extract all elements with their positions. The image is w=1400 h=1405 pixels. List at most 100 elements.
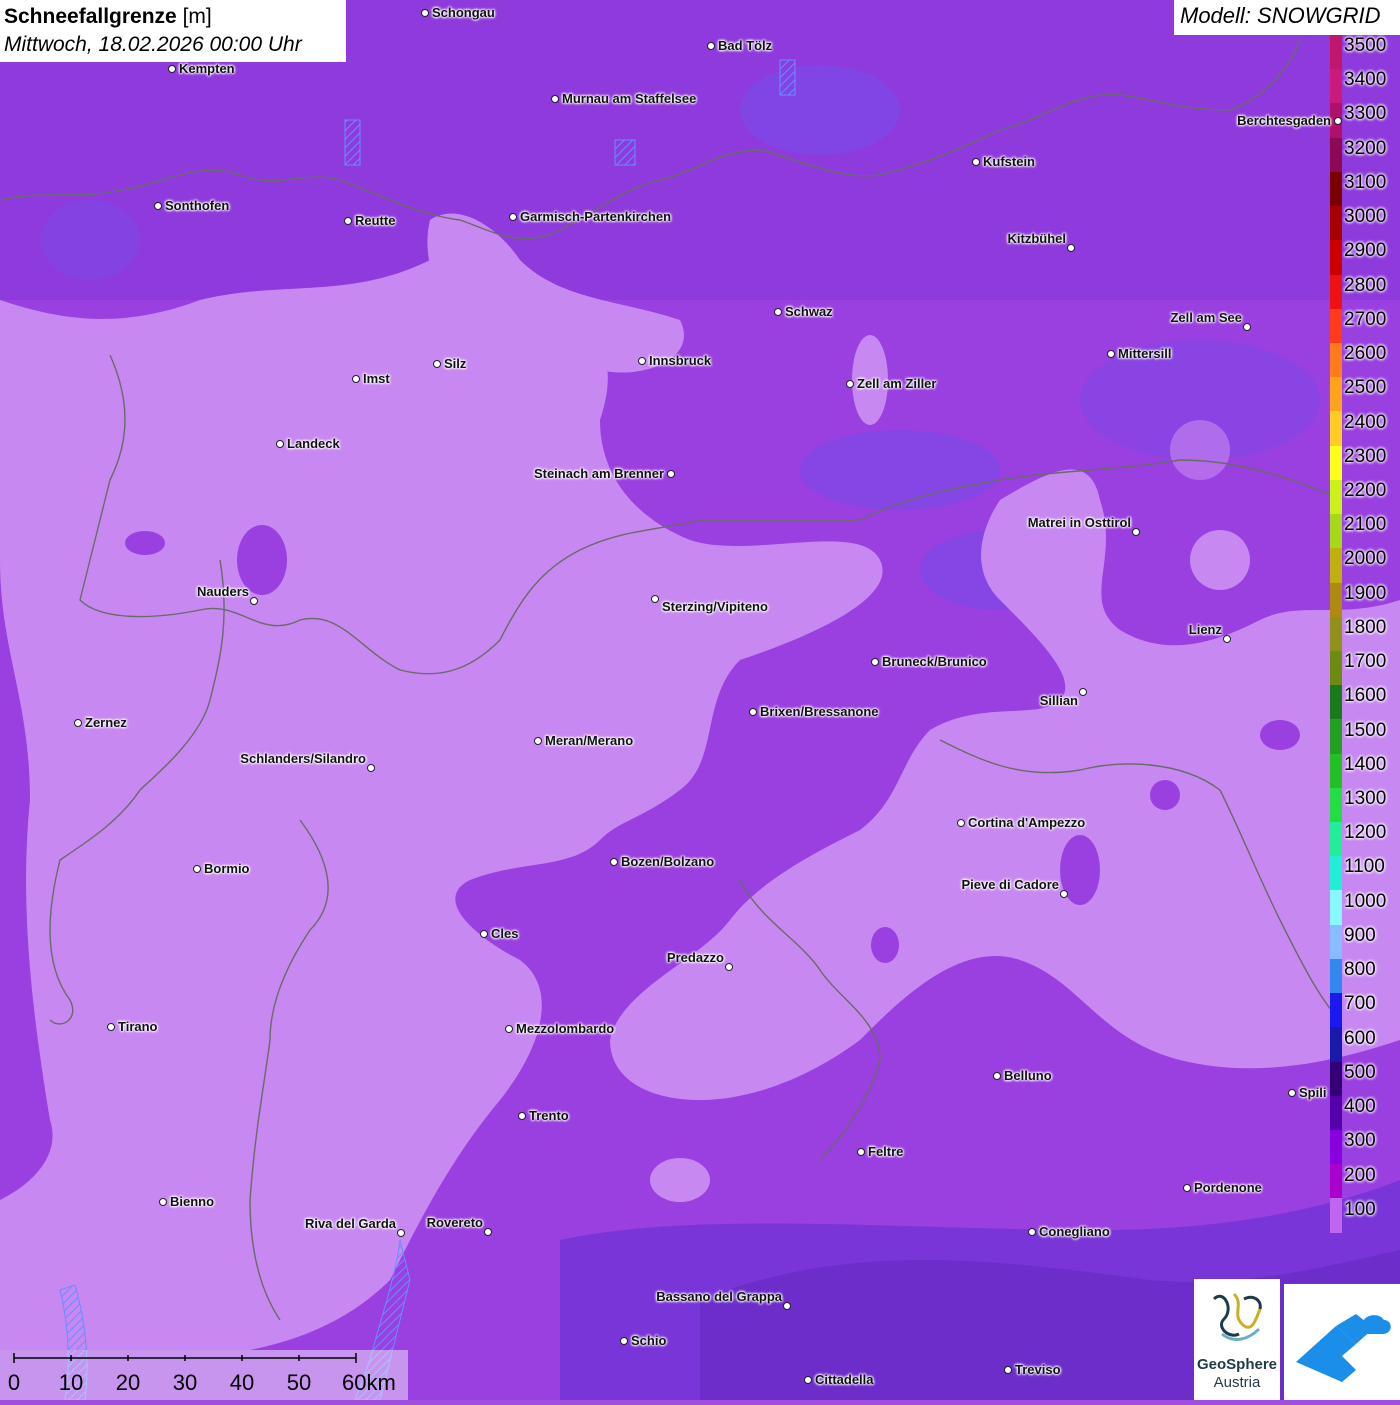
legend-label: 2000 xyxy=(1344,548,1387,570)
legend-swatch xyxy=(1330,650,1342,686)
city-marker[interactable] xyxy=(620,1337,628,1345)
color-legend: 3500 3400 3300 3200 3100 3000 2900 2800 2700 2600… xyxy=(1330,35,1400,1233)
city-marker[interactable] xyxy=(846,380,854,388)
zone-dark xyxy=(125,531,165,555)
city-marker[interactable] xyxy=(367,764,375,772)
city-marker[interactable] xyxy=(1107,350,1115,358)
city-label: Zell am Ziller xyxy=(857,376,937,391)
legend-label: 2900 xyxy=(1344,240,1387,262)
city-marker[interactable] xyxy=(534,737,542,745)
scale-label: 10 xyxy=(58,1370,84,1395)
city-marker[interactable] xyxy=(651,595,659,603)
city-marker[interactable] xyxy=(168,65,176,73)
legend-label: 1000 xyxy=(1344,890,1387,912)
city-marker[interactable] xyxy=(484,1228,492,1236)
city-marker[interactable] xyxy=(509,213,517,221)
city-marker[interactable] xyxy=(707,42,715,50)
city-marker[interactable] xyxy=(871,658,879,666)
city-marker[interactable] xyxy=(250,597,258,605)
city-marker[interactable] xyxy=(74,719,82,727)
city-label: Bad Tölz xyxy=(718,38,773,53)
city-label: Steinach am Brenner xyxy=(533,466,664,481)
city-marker[interactable] xyxy=(1288,1089,1296,1097)
legend-swatch xyxy=(1330,240,1342,275)
city-label: Predazzo xyxy=(666,950,724,965)
city-label: Garmisch-Partenkirchen xyxy=(520,209,672,224)
city-marker[interactable] xyxy=(610,858,618,866)
city-marker[interactable] xyxy=(518,1112,526,1120)
legend-swatch xyxy=(1330,137,1342,172)
map-datetime: Mittwoch, 18.02.2026 00:00 Uhr xyxy=(4,33,302,56)
legend-label: 2200 xyxy=(1344,479,1387,501)
city-marker[interactable] xyxy=(1028,1228,1036,1236)
legend-swatch xyxy=(1330,890,1342,925)
legend-label: 2700 xyxy=(1344,308,1387,330)
legend-swatch xyxy=(1330,685,1342,720)
city-marker[interactable] xyxy=(159,1198,167,1206)
legend-label: 900 xyxy=(1344,924,1376,946)
legend-swatch xyxy=(1330,445,1342,480)
city-marker[interactable] xyxy=(480,930,488,938)
legend-label: 2800 xyxy=(1344,274,1387,296)
city-marker[interactable] xyxy=(972,158,980,166)
legend-label: 1200 xyxy=(1344,822,1387,844)
city-marker[interactable] xyxy=(1243,323,1251,331)
city-marker[interactable] xyxy=(1334,117,1342,125)
legend-label: 1400 xyxy=(1344,753,1387,775)
city-marker[interactable] xyxy=(957,819,965,827)
city-marker[interactable] xyxy=(993,1072,1001,1080)
city-marker[interactable] xyxy=(1223,635,1231,643)
legend-swatch xyxy=(1330,35,1342,70)
city-marker[interactable] xyxy=(344,217,352,225)
city-marker[interactable] xyxy=(857,1148,865,1156)
city-marker[interactable] xyxy=(638,357,646,365)
city-marker[interactable] xyxy=(276,440,284,448)
scale-label: 60km xyxy=(342,1370,396,1395)
city-label: Innsbruck xyxy=(649,353,712,368)
city-marker[interactable] xyxy=(1132,528,1140,536)
city-marker[interactable] xyxy=(421,9,429,17)
city-label: Belluno xyxy=(1004,1068,1052,1083)
city-label: Sillian xyxy=(1039,693,1078,708)
city-marker[interactable] xyxy=(1183,1184,1191,1192)
city-marker[interactable] xyxy=(193,865,201,873)
legend-color-bar xyxy=(1330,35,1342,1233)
city-marker[interactable] xyxy=(804,1376,812,1384)
legend-swatch xyxy=(1330,342,1342,378)
city-label: Kitzbühel xyxy=(1007,231,1067,246)
city-marker[interactable] xyxy=(352,375,360,383)
zone-dark xyxy=(871,927,899,963)
zone-light xyxy=(1170,420,1230,480)
city-marker[interactable] xyxy=(154,202,162,210)
legend-swatch xyxy=(1330,582,1342,617)
city-marker[interactable] xyxy=(1004,1366,1012,1374)
city-label: Kempten xyxy=(179,61,235,76)
city-label: Mittersill xyxy=(1118,346,1172,361)
city-marker[interactable] xyxy=(774,308,782,316)
city-marker[interactable] xyxy=(667,470,675,478)
city-marker[interactable] xyxy=(551,95,559,103)
legend-swatch xyxy=(1330,377,1342,412)
geosphere-subname: Austria xyxy=(1213,1374,1261,1391)
city-label: Imst xyxy=(363,371,390,386)
city-marker[interactable] xyxy=(783,1302,791,1310)
legend-label: 3300 xyxy=(1344,103,1387,125)
city-label: Cortina d'Ampezzo xyxy=(968,815,1086,830)
city-marker[interactable] xyxy=(433,360,441,368)
legend-swatch xyxy=(1330,479,1342,515)
legend-label: 3200 xyxy=(1344,137,1387,159)
legend-swatch xyxy=(1330,69,1342,104)
city-marker[interactable] xyxy=(725,963,733,971)
legend-swatch xyxy=(1330,1095,1342,1130)
city-label: Tirano xyxy=(118,1019,158,1034)
city-marker[interactable] xyxy=(1060,890,1068,898)
city-marker[interactable] xyxy=(397,1229,405,1237)
scale-bar: 0 10 20 30 40 50 60km xyxy=(0,1350,408,1400)
legend-label: 2100 xyxy=(1344,514,1387,536)
city-marker[interactable] xyxy=(749,708,757,716)
legend-label: 2300 xyxy=(1344,445,1387,467)
city-marker[interactable] xyxy=(505,1025,513,1033)
city-marker[interactable] xyxy=(1079,688,1087,696)
city-marker[interactable] xyxy=(107,1023,115,1031)
city-marker[interactable] xyxy=(1067,244,1075,252)
